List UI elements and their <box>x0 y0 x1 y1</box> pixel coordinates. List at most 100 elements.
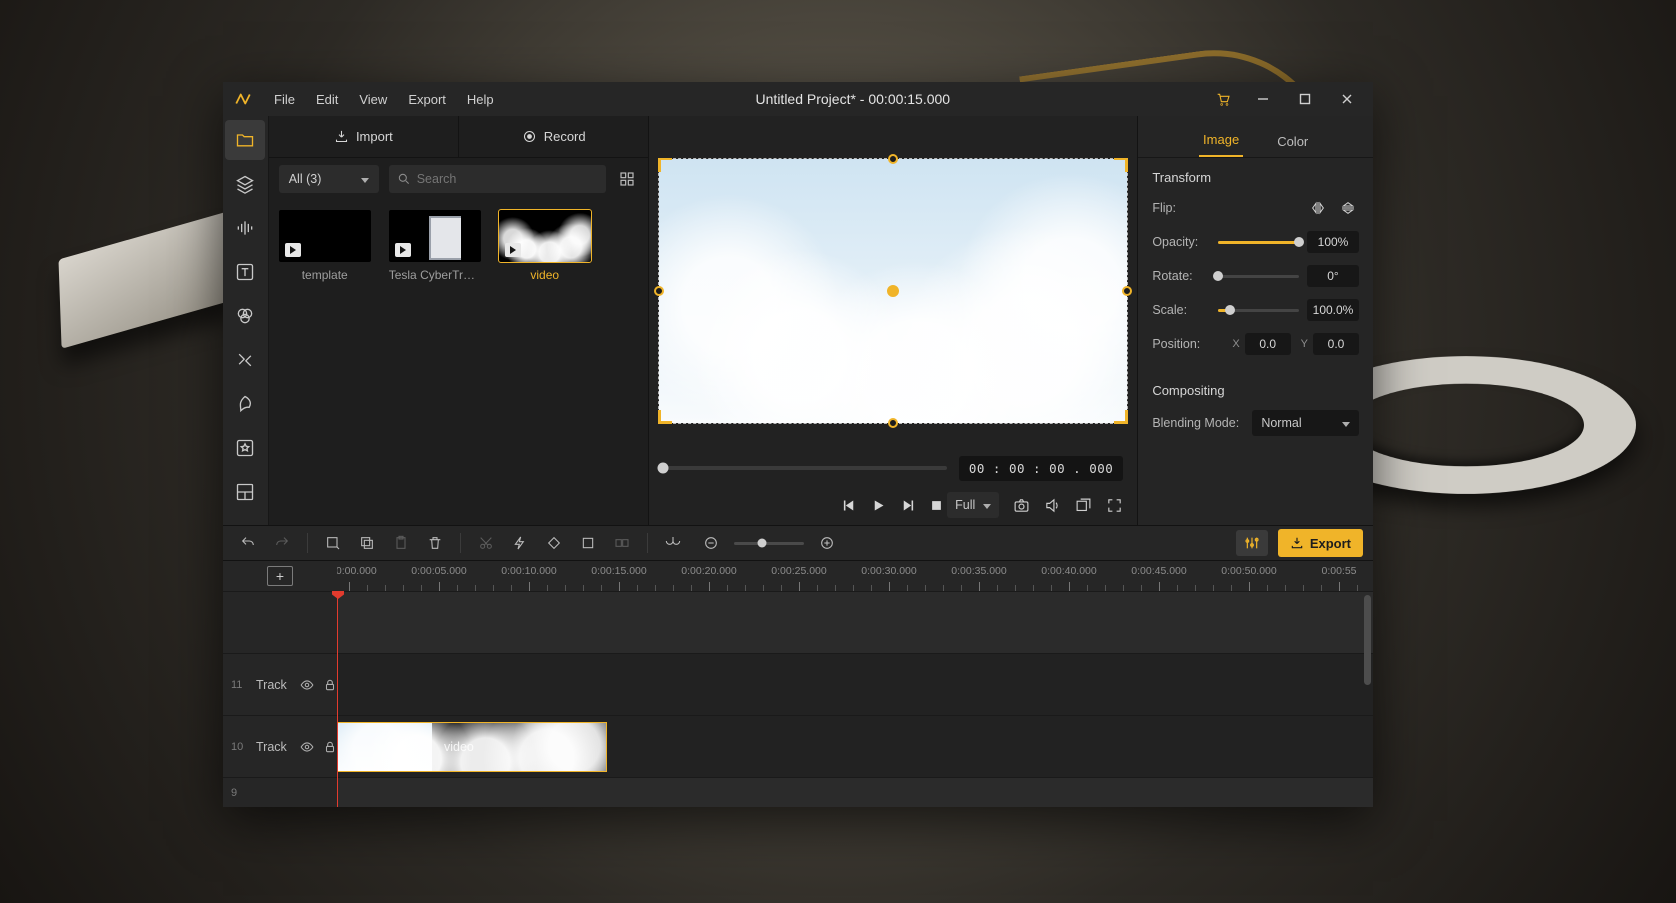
scrub-bar[interactable] <box>663 466 947 470</box>
lock-toggle[interactable] <box>323 740 337 754</box>
menu-file[interactable]: File <box>265 88 304 111</box>
volume-button[interactable] <box>1044 497 1061 514</box>
visibility-toggle[interactable] <box>300 740 314 754</box>
copy-button[interactable] <box>352 529 382 557</box>
menu-view[interactable]: View <box>350 88 396 111</box>
sidebar-layers[interactable] <box>225 164 265 204</box>
flip-vertical-button[interactable] <box>1337 197 1359 219</box>
blend-mode-dropdown[interactable]: Normal <box>1252 410 1359 436</box>
prev-frame-button[interactable] <box>842 498 857 513</box>
sidebar-transitions[interactable] <box>225 340 265 380</box>
zoom-in-button[interactable] <box>812 529 842 557</box>
track-lane[interactable]: video <box>337 716 1373 777</box>
track-lane[interactable] <box>337 654 1373 715</box>
edge-handle[interactable] <box>888 418 898 428</box>
lock-toggle[interactable] <box>323 678 337 692</box>
scale-value[interactable]: 100.0% <box>1307 299 1359 321</box>
rotate-slider[interactable] <box>1218 275 1299 278</box>
play-button[interactable] <box>871 498 886 513</box>
detach-button[interactable] <box>1075 497 1092 514</box>
props-tab-color[interactable]: Color <box>1273 124 1312 157</box>
delete-button[interactable] <box>420 529 450 557</box>
import-tab[interactable]: Import <box>269 116 458 157</box>
adjust-button[interactable] <box>1236 530 1268 556</box>
track-9: 9 <box>223 777 1373 807</box>
timeline-toolbar: Export <box>223 525 1373 561</box>
corner-handle[interactable] <box>1114 410 1128 424</box>
quality-dropdown[interactable]: Full <box>947 492 999 518</box>
select-button[interactable] <box>318 529 348 557</box>
app-window: File Edit View Export Help Untitled Proj… <box>223 82 1373 807</box>
media-item-template[interactable]: template <box>279 210 371 282</box>
edge-handle[interactable] <box>654 286 664 296</box>
app-logo <box>229 85 257 113</box>
menu-help[interactable]: Help <box>458 88 503 111</box>
close-button[interactable] <box>1327 84 1367 114</box>
store-button[interactable] <box>1203 84 1243 114</box>
window-title: Untitled Project* - 00:00:15.000 <box>503 91 1203 107</box>
sidebar-layout[interactable] <box>225 472 265 512</box>
stop-button[interactable] <box>929 498 944 513</box>
speed-button[interactable] <box>505 529 535 557</box>
media-item-video[interactable]: video <box>499 210 591 282</box>
timecode-display: 00 : 00 : 00 . 000 <box>959 456 1123 481</box>
zoom-slider[interactable] <box>734 542 804 545</box>
menu-edit[interactable]: Edit <box>307 88 347 111</box>
snap-button[interactable] <box>658 529 688 557</box>
menu-export[interactable]: Export <box>399 88 455 111</box>
sidebar-audio[interactable] <box>225 208 265 248</box>
timeline-ruler[interactable]: 0:00:00.0000:00:05.0000:00:10.0000:00:15… <box>337 561 1373 591</box>
media-search[interactable] <box>389 165 607 193</box>
paste-button[interactable] <box>386 529 416 557</box>
sidebar-media[interactable] <box>225 120 265 160</box>
track-lane[interactable] <box>337 778 1373 807</box>
media-filter-dropdown[interactable]: All (3) <box>279 165 379 193</box>
zoom-out-button[interactable] <box>696 529 726 557</box>
marker-button[interactable] <box>539 529 569 557</box>
export-button[interactable]: Export <box>1278 529 1363 557</box>
undo-button[interactable] <box>233 529 263 557</box>
play-icon <box>395 243 411 257</box>
titlebar: File Edit View Export Help Untitled Proj… <box>223 82 1373 116</box>
import-label: Import <box>356 129 393 144</box>
preview-canvas[interactable] <box>659 159 1127 423</box>
next-frame-button[interactable] <box>900 498 915 513</box>
group-button[interactable] <box>607 529 637 557</box>
position-x[interactable]: 0.0 <box>1245 333 1291 355</box>
sidebar-filters[interactable] <box>225 296 265 336</box>
timeline-clip-video[interactable]: video <box>337 722 607 772</box>
track-lane[interactable] <box>337 592 1373 653</box>
cut-button[interactable] <box>471 529 501 557</box>
flip-horizontal-button[interactable] <box>1307 197 1329 219</box>
scale-slider[interactable] <box>1218 309 1299 312</box>
fullscreen-button[interactable] <box>1106 497 1123 514</box>
redo-button[interactable] <box>267 529 297 557</box>
visibility-toggle[interactable] <box>300 678 314 692</box>
search-icon <box>397 172 411 186</box>
minimize-button[interactable] <box>1243 84 1283 114</box>
crop-button[interactable] <box>573 529 603 557</box>
record-tab[interactable]: Record <box>458 116 648 157</box>
scrub-knob[interactable] <box>658 463 669 474</box>
media-item-tesla[interactable]: Tesla CyberTruc... <box>389 210 481 282</box>
snapshot-button[interactable] <box>1013 497 1030 514</box>
timeline-scrollbar[interactable] <box>1364 591 1371 807</box>
corner-handle[interactable] <box>658 158 672 172</box>
edge-handle[interactable] <box>1122 286 1132 296</box>
corner-handle[interactable] <box>658 410 672 424</box>
props-tab-image[interactable]: Image <box>1199 122 1243 157</box>
opacity-slider[interactable] <box>1218 241 1299 244</box>
sidebar-text[interactable] <box>225 252 265 292</box>
corner-handle[interactable] <box>1114 158 1128 172</box>
position-y[interactable]: 0.0 <box>1313 333 1359 355</box>
maximize-button[interactable] <box>1285 84 1325 114</box>
add-track-button[interactable]: + <box>267 566 293 586</box>
sidebar-shapes[interactable] <box>225 384 265 424</box>
sidebar-favorites[interactable] <box>225 428 265 468</box>
edge-handle[interactable] <box>888 154 898 164</box>
view-grid-button[interactable] <box>616 168 638 190</box>
opacity-value[interactable]: 100% <box>1307 231 1359 253</box>
rotate-value[interactable]: 0° <box>1307 265 1359 287</box>
center-handle[interactable] <box>887 285 899 297</box>
search-input[interactable] <box>417 172 599 186</box>
